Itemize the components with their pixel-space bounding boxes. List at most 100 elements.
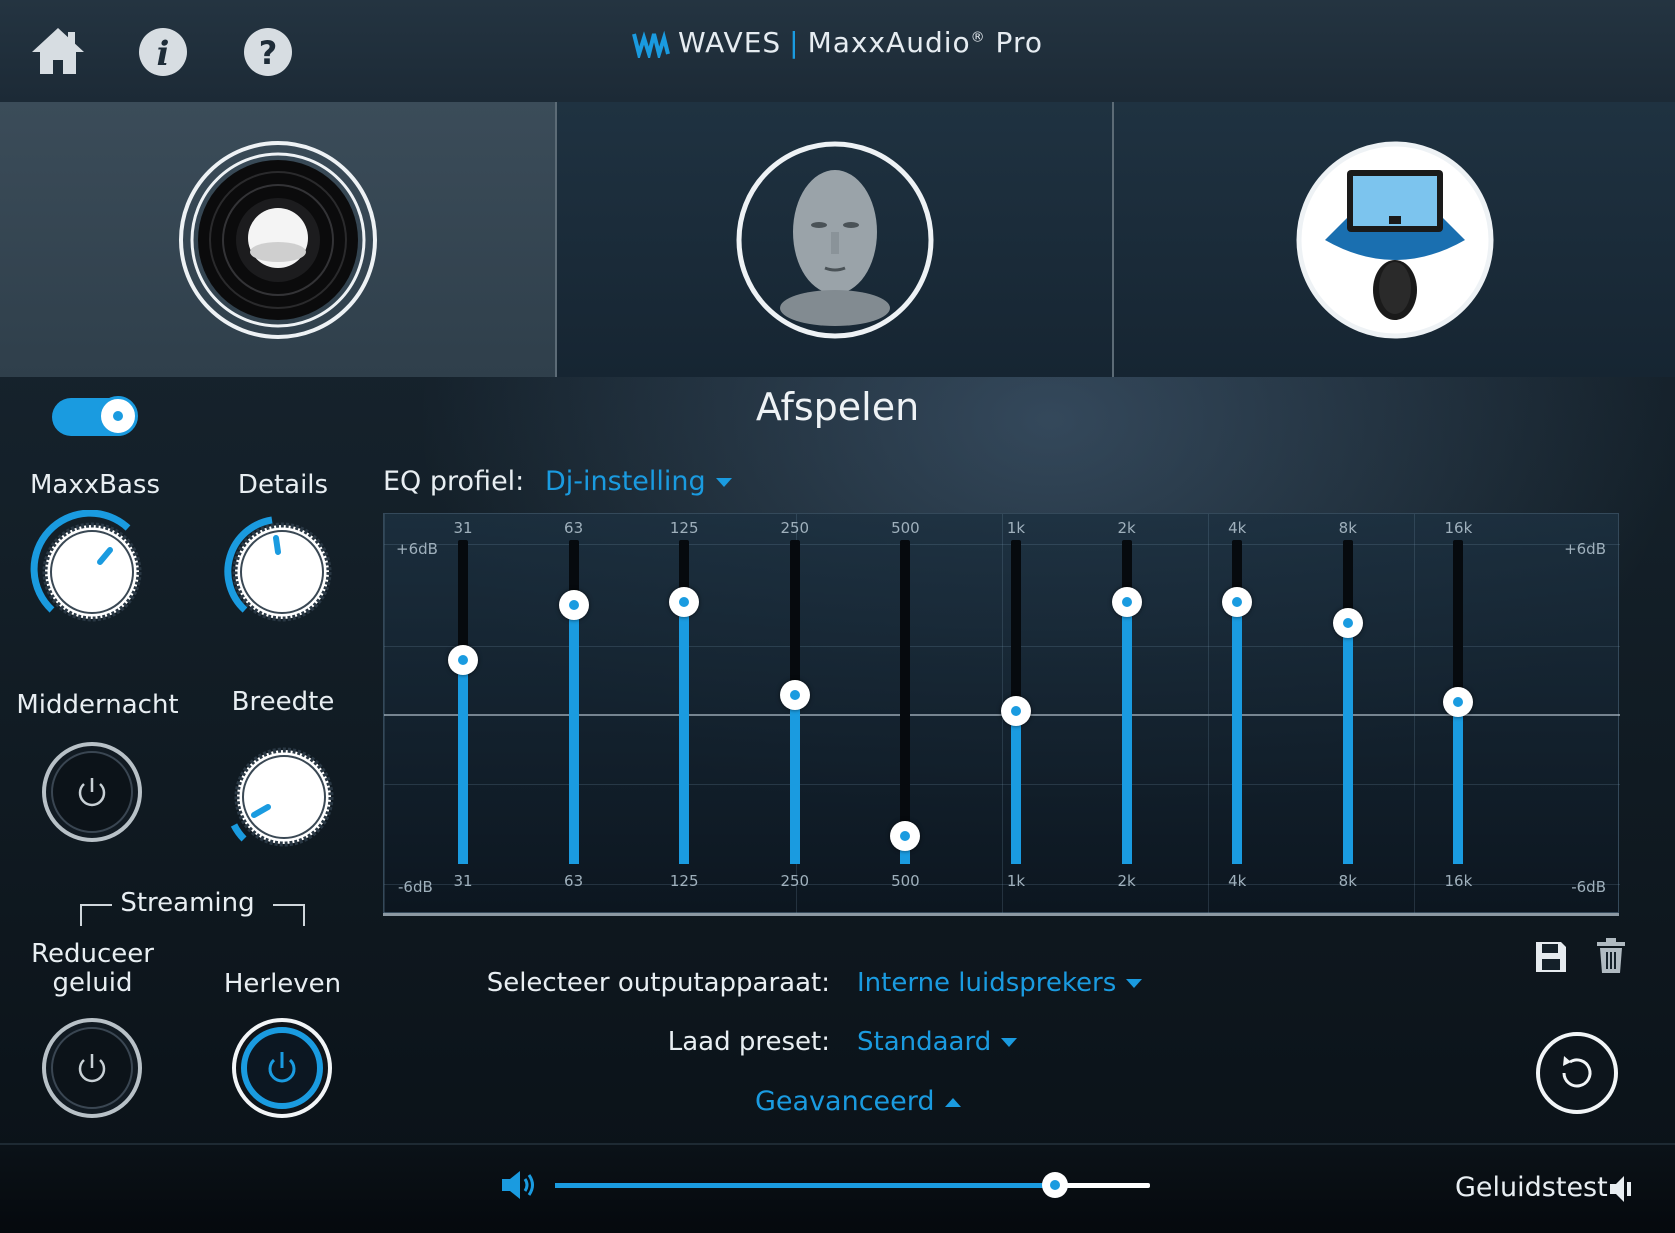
eq-band-slider[interactable] [1443,540,1474,864]
reduceer-geluid-power-button[interactable] [40,1016,144,1120]
db-bottom-right-label: -6dB [1571,878,1606,896]
sound-test-button[interactable]: Geluidstest [1455,1172,1608,1203]
eq-band-fill [679,602,690,864]
eq-band-fill [789,695,800,864]
eq-band-slider[interactable] [1001,540,1031,864]
eq-band-fill [1453,702,1464,864]
volume-icon[interactable] [500,1168,540,1202]
db-bottom-left-label: -6dB [398,878,433,896]
herleven-power-button[interactable] [230,1016,334,1120]
eq-band-fill [458,660,468,864]
laptop-listener-icon [1296,141,1493,338]
advanced-toggle[interactable]: Geavanceerd [755,1086,961,1117]
herleven-label: Herleven [223,969,342,999]
reset-button[interactable] [1534,1030,1620,1116]
brand-maxxaudio: MaxxAudio [807,26,971,59]
mode-tile-headphones[interactable] [557,102,1112,377]
eq-freq-top-label: 16k [1444,519,1473,537]
eq-band-slider[interactable] [558,540,589,864]
output-device-value: Interne luidsprekers [857,968,1117,998]
eq-band-slider[interactable] [1222,540,1253,864]
middernacht-power-button[interactable] [40,740,144,844]
eq-freq-bottom-label: 250 [780,872,810,890]
head-icon [736,141,933,338]
chevron-down-icon [1001,1038,1018,1047]
eq-band-thumb[interactable] [890,821,921,852]
eq-freq-bottom-label: 16k [1444,872,1473,890]
volume-slider[interactable] [555,1172,1150,1198]
eq-band-thumb[interactable] [669,587,700,618]
db-top-left-label: +6dB [396,540,438,558]
eq-freq-top-label: 125 [669,519,699,537]
output-device-label: Selecteer outputapparaat: [486,968,830,998]
eq-freq-top-label: 2k [1117,519,1136,537]
breedte-knob[interactable] [222,735,342,855]
eq-freq-bottom-label: 4k [1228,872,1247,890]
speaker-icon [178,140,377,339]
reduceer-label-line1: Reduceer [31,939,154,969]
eq-band-thumb[interactable] [448,645,478,676]
output-device-dropdown[interactable]: Interne luidsprekers [857,968,1143,998]
mode-tile-laptop[interactable] [1114,102,1675,377]
chevron-down-icon [715,478,732,487]
eq-profile-label: EQ profiel: [383,466,525,497]
brand-pro: Pro [995,26,1043,59]
eq-band-fill [1342,623,1353,864]
eq-band-thumb[interactable] [1111,587,1142,618]
eq-freq-bottom-label: 31 [453,872,473,890]
maxxbass-toggle[interactable] [52,396,138,436]
eq-band-thumb[interactable] [558,589,589,620]
streaming-label: Streaming [120,888,255,918]
load-preset-label: Laad preset: [667,1027,830,1057]
eq-freq-top-label: 250 [780,519,810,537]
eq-freq-top-label: 8k [1338,519,1357,537]
eq-band-thumb[interactable] [779,680,810,711]
maxxaudio-window: i ? WAVES | MaxxAudio® Pro Afspelen Maxx… [0,0,1675,1233]
eq-band-thumb[interactable] [1222,587,1253,618]
details-knob[interactable] [220,510,340,630]
maxxbass-knob[interactable] [30,510,150,630]
volume-slider-thumb[interactable] [1041,1172,1068,1198]
sound-test-label: Geluidstest [1455,1172,1608,1203]
bottom-bar [0,1143,1675,1233]
eq-band-thumb[interactable] [1443,687,1474,717]
eq-band-slider[interactable] [1332,540,1363,864]
reduceer-label-line2: geluid [52,968,133,998]
eq-freq-top-label: 31 [453,519,473,537]
eq-band-fill [568,604,579,864]
eq-band-fill [1121,602,1132,864]
load-preset-dropdown[interactable]: Standaard [857,1027,1018,1057]
eq-freq-top-label: 63 [564,519,584,537]
waves-logo-icon [632,30,670,58]
chevron-down-icon [1126,979,1143,988]
middernacht-label: Middernacht [16,690,179,720]
mode-tile-speaker[interactable] [0,102,555,377]
eq-freq-bottom-label: 63 [564,872,584,890]
eq-band-slider[interactable] [669,540,700,864]
trash-icon[interactable] [1596,938,1626,974]
breedte-label: Breedte [231,687,335,717]
db-top-right-label: +6dB [1564,540,1606,558]
eq-freq-bottom-label: 8k [1338,872,1357,890]
speaker-test-icon[interactable] [1608,1174,1636,1204]
top-bar: i ? WAVES | MaxxAudio® Pro [0,0,1675,102]
eq-band-thumb[interactable] [1001,696,1031,727]
eq-freq-bottom-label: 1k [1006,872,1026,890]
save-icon[interactable] [1534,940,1568,974]
volume-slider-fill [555,1183,1055,1188]
eq-band-slider[interactable] [1111,540,1142,864]
eq-band-slider[interactable] [779,540,810,864]
eq-band-slider[interactable] [890,540,921,864]
eq-band-thumb[interactable] [1332,608,1363,639]
eq-band-fill [1011,711,1021,864]
eq-freq-bottom-label: 500 [891,872,920,890]
section-title: Afspelen [755,385,920,429]
advanced-label: Geavanceerd [755,1086,935,1117]
eq-freq-bottom-label: 125 [669,872,699,890]
load-preset-value: Standaard [857,1027,992,1057]
eq-band-slider[interactable] [448,540,478,864]
eq-freq-top-label: 4k [1228,519,1247,537]
eq-profile-value: Dj-instelling [545,466,706,497]
streaming-bracket-left [80,904,112,926]
eq-profile-dropdown[interactable]: Dj-instelling [545,466,732,497]
